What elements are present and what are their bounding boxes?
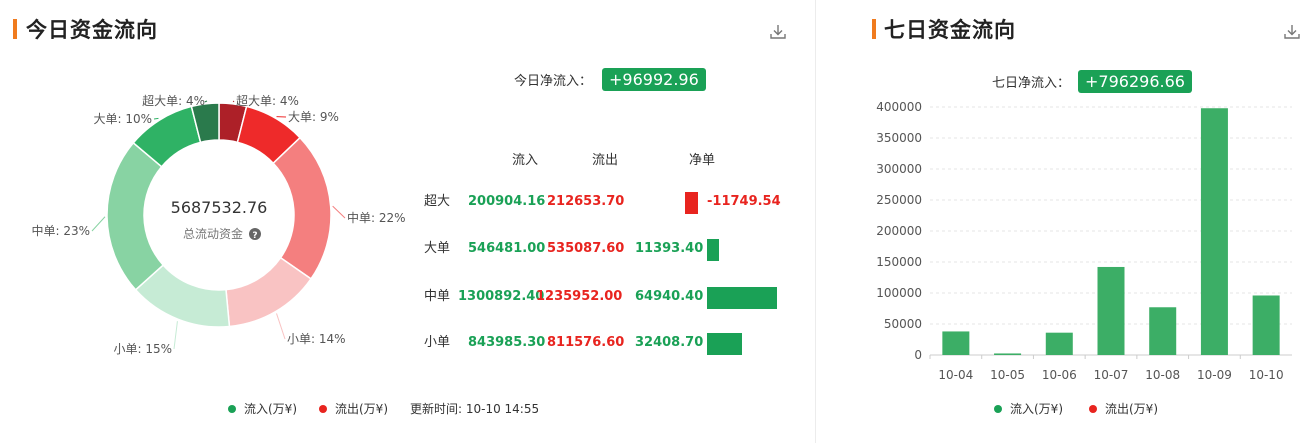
- slice-leader-line: [276, 313, 286, 340]
- today-net-inflow-row: 今日净流入： +96992.96: [514, 68, 706, 91]
- slice-label: 小单: 15%: [113, 342, 172, 356]
- net-bar: [685, 192, 698, 214]
- legend-inflow-dot: [228, 404, 236, 413]
- slice-leader-line: [204, 100, 208, 103]
- donut-slice[interactable]: [106, 141, 165, 291]
- bar[interactable]: [1200, 108, 1228, 356]
- bar[interactable]: [1045, 332, 1073, 355]
- today-flow-panel: 今日资金流向 超大单: 4% 大单: 9% 中单: 22% 小单: 14% 小单: 15…: [0, 0, 812, 443]
- y-tick-label: 200000: [876, 224, 922, 238]
- row-inflow: 1300892.40: [458, 289, 545, 304]
- slice-leader-line: [232, 100, 235, 103]
- donut-slice[interactable]: [272, 136, 332, 280]
- col-header-inflow: 流入: [512, 153, 539, 168]
- bar[interactable]: [942, 331, 970, 355]
- slice-label: 中单: 23%: [31, 223, 90, 238]
- flow-table-row: 大单 546481.00 535087.60 11393.40: [424, 234, 804, 264]
- x-tick-label: 10-10: [1249, 368, 1284, 382]
- y-tick-label: 0: [914, 348, 922, 362]
- net-bar: [707, 239, 720, 261]
- slice-label: 大单: 10%: [93, 112, 152, 126]
- bar[interactable]: [1252, 295, 1280, 355]
- help-icon[interactable]: ?: [249, 228, 261, 241]
- update-time: 更新时间: 10-10 14:55: [410, 402, 540, 416]
- col-header-net: 净单: [689, 153, 716, 168]
- donut-center-label: 总流动资金: [183, 226, 243, 241]
- row-outflow: 1235952.00: [536, 289, 623, 304]
- row-outflow: 212653.70: [547, 194, 625, 209]
- net-bar: [707, 333, 742, 355]
- seven-day-net-value-badge: +796296.66: [1078, 70, 1192, 93]
- x-tick-label: 10-04: [938, 368, 973, 382]
- flow-table-row: 超大 200904.16 212653.70 -11749.54: [424, 187, 804, 217]
- y-tick-label: 50000: [884, 317, 922, 331]
- legend-outflow-label: 流出(万¥): [335, 402, 388, 416]
- title-accent-bar: [13, 19, 17, 39]
- y-tick-label: 100000: [876, 286, 922, 300]
- legend-inflow-dot: [994, 404, 1002, 413]
- download-icon[interactable]: [1282, 22, 1302, 42]
- x-tick-label: 10-05: [990, 368, 1025, 382]
- x-tick-label: 10-08: [1145, 368, 1180, 382]
- col-header-outflow: 流出: [592, 153, 619, 168]
- slice-label: 大单: 9%: [288, 110, 339, 124]
- row-inflow: 843985.30: [468, 335, 546, 350]
- slice-label: 超大单: 4%: [236, 93, 299, 108]
- row-name: 超大: [424, 194, 451, 209]
- donut-chart: 超大单: 4% 大单: 9% 中单: 22% 小单: 14% 小单: 15% 中单: 23…: [31, 93, 406, 356]
- row-outflow: 535087.60: [547, 241, 625, 256]
- y-tick-label: 250000: [876, 193, 922, 207]
- legend-inflow-label: 流入(万¥): [244, 402, 297, 416]
- today-legend: 流入(万¥) 流出(万¥) 更新时间: 10-10 14:55: [228, 400, 539, 417]
- row-net: 32408.70: [635, 335, 704, 350]
- seven-day-legend: 流入(万¥) 流出(万¥): [994, 400, 1158, 417]
- net-bar: [707, 287, 777, 309]
- seven-day-net-label: 七日净流入：: [992, 76, 1071, 91]
- row-name: 小单: [424, 335, 451, 350]
- y-tick-label: 300000: [876, 162, 922, 176]
- flow-table-row: 小单 843985.30 811576.60 32408.70: [424, 328, 804, 358]
- row-net: 11393.40: [635, 241, 704, 256]
- today-net-label: 今日净流入：: [514, 74, 593, 89]
- slice-leader-line: [332, 205, 346, 219]
- today-flow-title: 今日资金流向: [26, 18, 158, 42]
- slice-leader-line: [91, 216, 106, 232]
- seven-day-flow-panel: 七日资金流向 七日净流入： +796296.66 0 50000 100000 150…: [822, 0, 1308, 443]
- seven-day-bar-chart: 0 50000 100000 150000 200000 250000 300000 3500…: [876, 100, 1292, 382]
- row-net: 64940.40: [635, 289, 704, 304]
- bar[interactable]: [1149, 307, 1177, 355]
- y-tick-label: 400000: [876, 100, 922, 114]
- donut-center-value: 5687532.76: [171, 198, 268, 217]
- row-net: -11749.54: [707, 194, 781, 209]
- x-tick-label: 10-07: [1094, 368, 1129, 382]
- seven-day-flow-title: 七日资金流向: [884, 18, 1016, 42]
- x-tick-label: 10-06: [1042, 368, 1077, 382]
- download-icon[interactable]: [768, 22, 788, 42]
- legend-outflow-dot: [1089, 404, 1097, 413]
- row-name: 中单: [424, 289, 451, 304]
- slice-leader-line: [153, 117, 159, 120]
- slice-label: 超大单: 4%: [142, 93, 205, 108]
- slice-leader-line: [173, 321, 178, 350]
- x-tick-label: 10-09: [1197, 368, 1232, 382]
- legend-outflow-dot: [319, 404, 327, 413]
- today-net-value-badge: +96992.96: [602, 68, 706, 91]
- bar[interactable]: [1097, 266, 1125, 355]
- y-tick-label: 150000: [876, 255, 922, 269]
- y-tick-label: 350000: [876, 131, 922, 145]
- panel-divider: [815, 0, 816, 443]
- legend-inflow-label: 流入(万¥): [1010, 402, 1063, 416]
- row-name: 大单: [424, 241, 451, 256]
- bar[interactable]: [994, 353, 1022, 355]
- slice-label: 小单: 14%: [287, 332, 346, 346]
- row-inflow: 546481.00: [468, 241, 546, 256]
- seven-day-net-inflow-row: 七日净流入： +796296.66: [992, 70, 1192, 93]
- slice-label: 中单: 22%: [347, 210, 406, 225]
- row-outflow: 811576.60: [547, 335, 625, 350]
- flow-table-row: 中单 1300892.40 1235952.00 64940.40: [424, 282, 804, 312]
- title-accent-bar: [872, 19, 876, 39]
- svg-text:?: ?: [252, 231, 257, 241]
- row-inflow: 200904.16: [468, 194, 546, 209]
- legend-outflow-label: 流出(万¥): [1105, 402, 1158, 416]
